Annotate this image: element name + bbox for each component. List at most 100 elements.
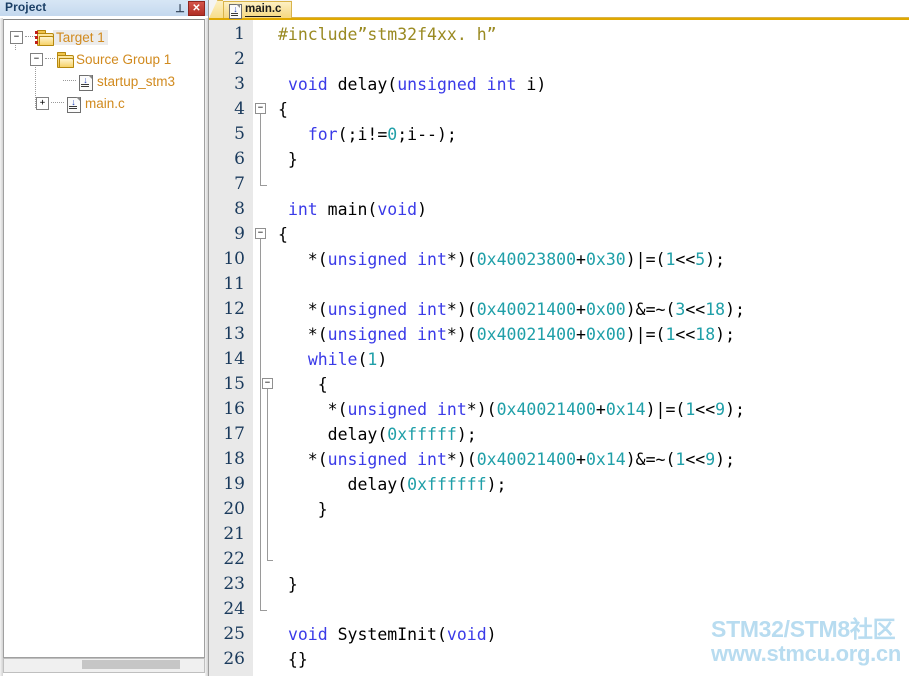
code-line[interactable]: { — [272, 222, 909, 247]
fold-bar — [267, 397, 268, 422]
code-line[interactable] — [272, 47, 909, 72]
code-line[interactable]: { — [272, 97, 909, 122]
code-line[interactable]: delay(0xfffff); — [272, 422, 909, 447]
fold-marker[interactable]: − — [253, 372, 273, 397]
project-tree-container: − Target 1 − Source Group 1 ↓ startup_st… — [3, 19, 205, 658]
code-line[interactable] — [272, 522, 909, 547]
code-token: delay( — [278, 475, 408, 494]
fold-marker[interactable]: − — [253, 222, 271, 247]
code-token: #include — [278, 25, 358, 44]
code-line[interactable]: for(;i!=0;i--); — [272, 122, 909, 147]
fold-bar — [260, 347, 261, 372]
fold-marker[interactable] — [253, 322, 271, 347]
code-line[interactable] — [272, 172, 909, 197]
code-token: *)( — [446, 325, 477, 344]
code-token: )|=( — [645, 400, 686, 419]
fold-marker[interactable] — [253, 172, 271, 197]
line-number: 15 — [223, 374, 245, 394]
code-token: 1 — [685, 400, 696, 419]
tree-connector — [63, 80, 76, 82]
fold-marker[interactable] — [253, 397, 271, 422]
code-line[interactable]: *(unsigned int*)(0x40021400+0x00)&=~(3<<… — [272, 297, 909, 322]
code-token: ) — [417, 200, 428, 219]
code-token: ); — [456, 425, 477, 444]
code-line[interactable] — [272, 597, 909, 622]
code-line[interactable]: void SystemInit(void) — [272, 622, 909, 647]
close-icon[interactable]: ✕ — [188, 0, 205, 16]
code-token: << — [675, 325, 696, 344]
code-token: 1 — [367, 350, 378, 369]
code-line[interactable] — [272, 672, 909, 676]
code-token: 3 — [675, 300, 686, 319]
line-number: 23 — [223, 574, 245, 594]
code-line[interactable]: *(unsigned int*)(0x40021400+0x14)|=(1<<9… — [272, 397, 909, 422]
fold-marker[interactable] — [253, 497, 271, 522]
code-line[interactable]: *(unsigned int*)(0x40021400+0x14)&=~(1<<… — [272, 447, 909, 472]
code-line[interactable]: *(unsigned int*)(0x40023800+0x30)|=(1<<5… — [272, 247, 909, 272]
code-token: 9 — [715, 400, 726, 419]
code-token: 1 — [665, 325, 676, 344]
line-number: 16 — [223, 399, 245, 419]
fold-marker[interactable] — [253, 297, 271, 322]
tree-item-source-group-1[interactable]: − Source Group 1 — [10, 48, 204, 70]
tree-item-main-c[interactable]: + ↓ main.c — [10, 92, 204, 114]
code-line[interactable]: } — [272, 147, 909, 172]
expander-toggle[interactable]: − — [10, 30, 23, 44]
fold-marker[interactable] — [253, 547, 273, 572]
code-line[interactable] — [272, 547, 909, 572]
fold-collapse-icon[interactable]: − — [255, 228, 266, 239]
code-token: ;i--); — [397, 125, 457, 144]
tab-main-c[interactable]: ↓ main.c — [223, 1, 293, 19]
code-line[interactable]: } — [272, 497, 909, 522]
line-number: 3 — [234, 74, 245, 94]
tree-item-startup-file[interactable]: ↓ startup_stm3 — [10, 70, 204, 92]
code-line[interactable]: #include”stm32f4xx. h” — [272, 22, 909, 47]
pin-icon[interactable]: ⊥ — [173, 2, 187, 15]
fold-marker — [253, 647, 271, 672]
fold-marker[interactable] — [253, 347, 271, 372]
fold-marker — [253, 47, 271, 72]
fold-bar — [260, 322, 261, 347]
code-line[interactable]: *(unsigned int*)(0x40021400+0x00)|=(1<<1… — [272, 322, 909, 347]
fold-marker[interactable] — [253, 247, 271, 272]
fold-marker[interactable] — [253, 472, 271, 497]
code-editor[interactable]: 1 2 3 4 5 6 7 8 9 10 11 12 13 14 15 16 17 18 19 20 21 22 23 24 2… — [209, 20, 909, 676]
fold-marker[interactable] — [253, 122, 271, 147]
code-token: } — [278, 150, 298, 169]
code-token: 0 — [387, 125, 398, 144]
code-token: unsigned int — [347, 400, 467, 419]
project-panel-hscrollbar[interactable] — [3, 658, 205, 673]
tree-item-target-1[interactable]: − Target 1 — [10, 26, 204, 48]
code-token: )&=~( — [625, 300, 676, 319]
code-folding-margin[interactable]: − − − — [253, 20, 273, 676]
code-line[interactable] — [272, 272, 909, 297]
expander-toggle[interactable]: − — [30, 52, 43, 66]
fold-marker[interactable] — [253, 447, 271, 472]
fold-marker[interactable] — [253, 272, 271, 297]
fold-collapse-icon[interactable]: − — [255, 103, 266, 114]
line-number: 4 — [234, 99, 245, 119]
code-line[interactable]: { — [272, 372, 909, 397]
code-token: << — [685, 300, 706, 319]
code-token: ” — [357, 25, 368, 44]
code-token: delay( — [278, 425, 388, 444]
code-line[interactable]: } — [272, 572, 909, 597]
fold-marker[interactable] — [253, 597, 271, 622]
code-line[interactable]: int main(void) — [272, 197, 909, 222]
code-line[interactable]: {} — [272, 647, 909, 672]
fold-marker[interactable] — [253, 147, 271, 172]
fold-marker[interactable] — [253, 422, 271, 447]
fold-marker[interactable] — [253, 572, 271, 597]
expander-toggle[interactable]: + — [36, 96, 49, 110]
code-line[interactable]: void delay(unsigned int i) — [272, 72, 909, 97]
code-line[interactable]: while(1) — [272, 347, 909, 372]
code-text-area[interactable]: #include”stm32f4xx. h” void delay(unsign… — [272, 20, 909, 676]
fold-bar — [267, 389, 268, 397]
line-number: 13 — [223, 324, 245, 344]
code-line[interactable]: delay(0xffffff); — [272, 472, 909, 497]
fold-marker[interactable]: − — [253, 97, 271, 122]
code-token: void — [377, 200, 418, 219]
fold-bar — [267, 522, 268, 547]
fold-marker[interactable] — [253, 522, 271, 547]
project-panel-hscroll-thumb[interactable] — [82, 660, 180, 669]
